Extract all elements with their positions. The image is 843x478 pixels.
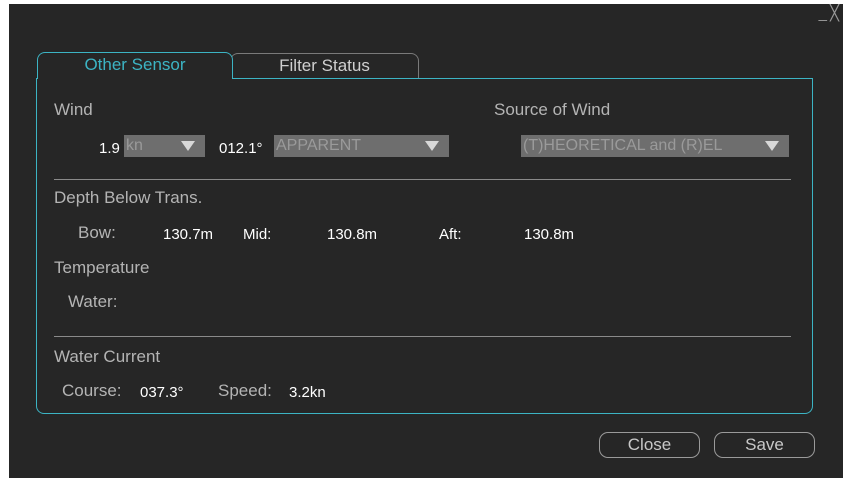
chevron-down-icon: [425, 141, 439, 151]
sensor-dialog: _ ╳ Other Sensor Filter Status Wind 1.9 …: [9, 4, 843, 478]
wind-speed-unit-dropdown[interactable]: kn: [124, 135, 205, 157]
wind-speed-unit-text: kn: [126, 137, 143, 154]
current-speed-label: Speed:: [218, 381, 272, 400]
wind-heading: Wind: [54, 100, 93, 119]
depth-heading: Depth Below Trans.: [54, 188, 203, 207]
separator: [54, 179, 791, 180]
source-of-wind-heading: Source of Wind: [494, 100, 611, 119]
close-icon[interactable]: ╳: [830, 5, 839, 23]
chevron-down-icon: [765, 141, 779, 151]
water-current-heading: Water Current: [54, 347, 161, 366]
separator: [54, 336, 791, 337]
aft-value: 130.8m: [524, 226, 575, 243]
mid-label: Mid:: [243, 226, 272, 243]
window-controls: _ ╳: [819, 5, 839, 23]
temperature-heading: Temperature: [54, 258, 150, 277]
minimize-icon[interactable]: _: [819, 5, 827, 23]
close-button[interactable]: Close: [599, 432, 700, 458]
course-value: 037.3°: [140, 384, 184, 401]
tab-other-sensor[interactable]: Other Sensor: [37, 52, 233, 79]
wind-mode-text: APPARENT: [276, 137, 362, 154]
bow-label: Bow:: [78, 223, 116, 242]
source-of-wind-dropdown[interactable]: (T)HEORETICAL and (R)EL: [521, 135, 789, 157]
wind-mode-dropdown[interactable]: APPARENT: [274, 135, 449, 157]
tab-filter-status[interactable]: Filter Status: [230, 53, 419, 78]
bow-value: 130.7m: [163, 226, 214, 243]
course-label: Course:: [62, 381, 122, 400]
save-button[interactable]: Save: [714, 432, 815, 458]
source-of-wind-text: (T)HEORETICAL and (R)EL: [523, 137, 723, 154]
wind-direction-value: 012.1°: [219, 140, 263, 157]
mid-value: 130.8m: [327, 226, 378, 243]
wind-speed-value: 1.9: [99, 140, 120, 157]
water-temp-label: Water:: [68, 292, 118, 311]
current-speed-value: 3.2kn: [289, 384, 326, 401]
chevron-down-icon: [181, 141, 195, 151]
aft-label: Aft:: [439, 226, 462, 243]
